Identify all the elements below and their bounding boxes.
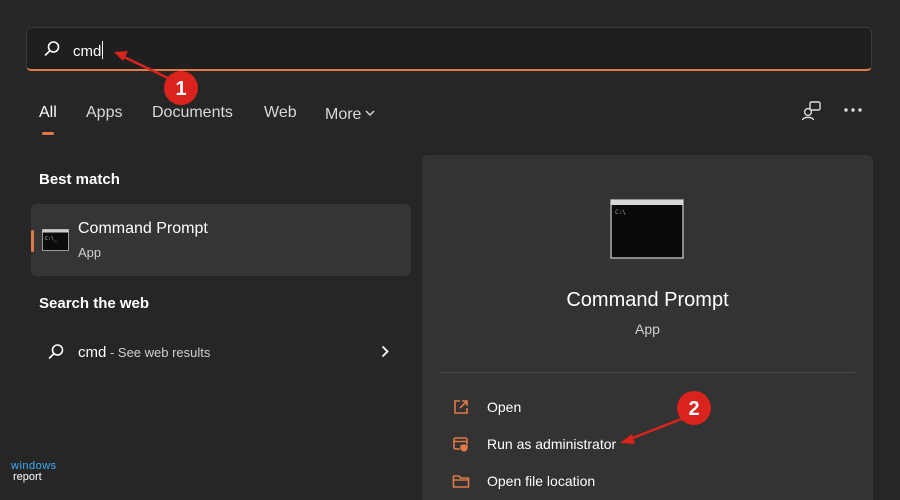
tab-web[interactable]: Web [264,104,297,122]
web-search-result[interactable]: cmd - See web results [31,333,411,373]
command-prompt-icon: C:\_ [42,229,69,251]
best-match-subtitle: App [78,245,102,260]
best-match-heading: Best match [39,171,120,188]
open-file-location-label: Open file location [487,473,596,489]
web-result-suffix: - See web results [106,345,211,360]
svg-text:C:\: C:\ [615,209,626,216]
best-match-result[interactable]: C:\_ Command Prompt App [31,204,411,276]
run-as-administrator-label: Run as administrator [487,436,617,452]
command-prompt-large-icon: C:\ [610,199,684,259]
web-result-query: cmd [78,344,107,361]
annotation-2-number: 2 [688,398,699,420]
search-input[interactable]: cmd [73,41,104,60]
tab-more[interactable]: More [325,104,375,124]
more-options-icon[interactable] [843,103,863,121]
folder-icon [452,472,470,495]
shield-icon [452,435,470,458]
annotation-1-number: 1 [175,78,186,100]
selection-indicator [31,230,34,252]
search-web-heading: Search the web [39,295,150,312]
chevron-right-icon[interactable] [381,345,389,363]
svg-text:C:\_: C:\_ [45,236,58,242]
search-icon [47,343,65,366]
chevron-down-icon [365,104,375,122]
detail-subtitle: App [635,321,660,337]
detail-title: Command Prompt [566,289,729,311]
annotation-2: 2 [610,384,720,454]
open-icon [452,398,470,421]
windows-report-logo: windows report [11,460,57,483]
accounts-switch-icon[interactable] [800,100,822,127]
detail-divider [440,372,855,373]
tab-all[interactable]: All [39,104,57,122]
active-tab-indicator [42,132,54,135]
search-icon [43,40,61,63]
best-match-title: Command Prompt [78,220,208,237]
open-action-label: Open [487,399,522,415]
annotation-1: 1 [100,44,220,108]
